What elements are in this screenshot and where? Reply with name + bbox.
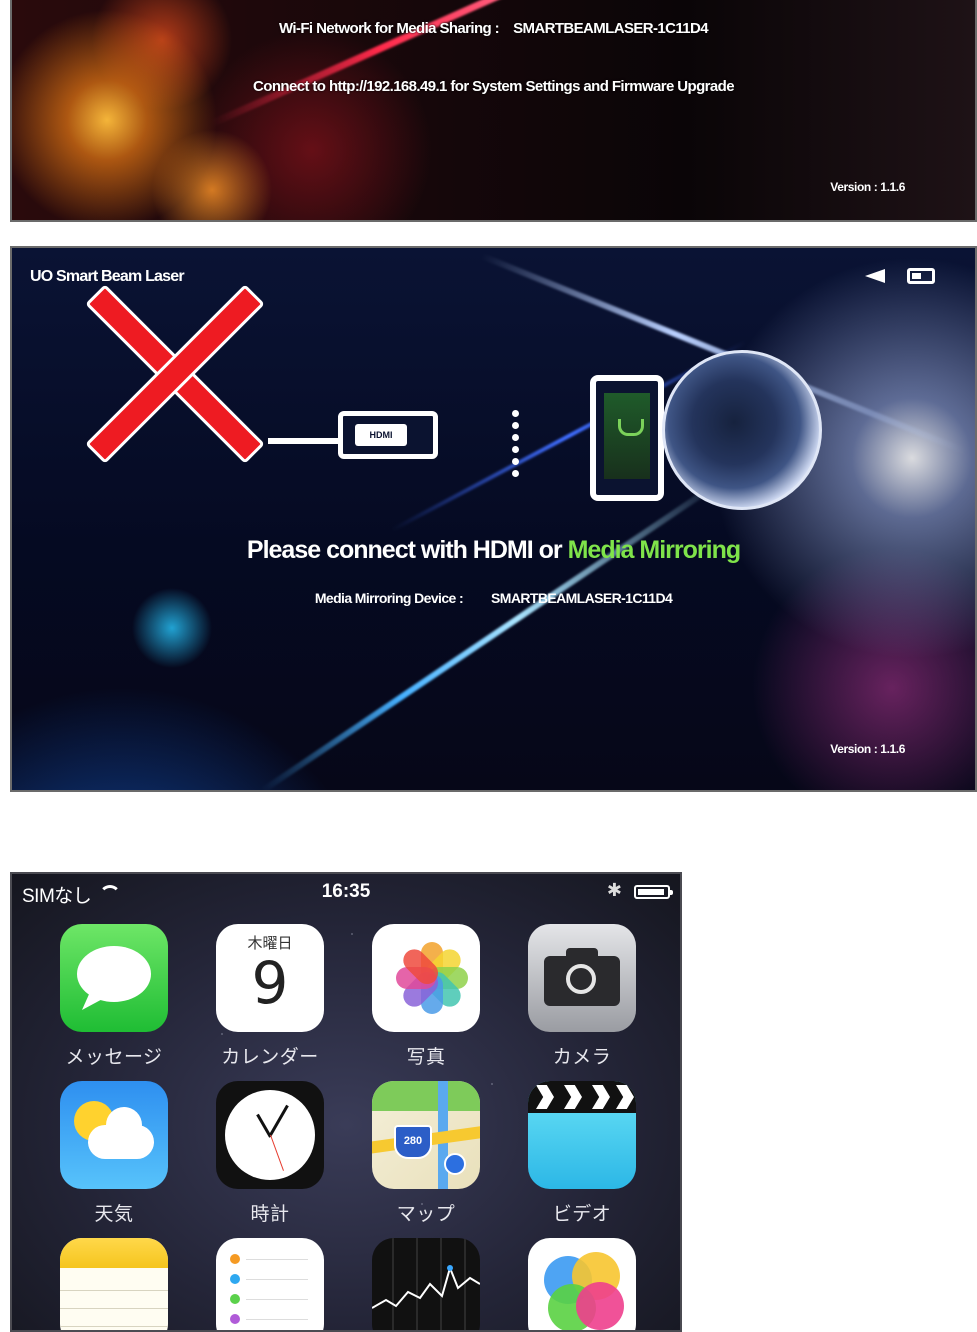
app-maps[interactable]: 280 マップ xyxy=(361,1081,491,1226)
app-label: カメラ xyxy=(552,1047,612,1068)
app-label: カレンダー xyxy=(221,1047,319,1068)
maps-icon: 280 xyxy=(372,1081,480,1189)
mirroring-device-label: Media Mirroring Device : xyxy=(314,590,464,606)
bluetooth-icon: ✱ xyxy=(606,880,622,900)
app-label: メッセージ xyxy=(65,1047,163,1068)
app-reminders[interactable] xyxy=(205,1238,335,1330)
app-stocks[interactable] xyxy=(361,1238,491,1330)
app-camera[interactable]: カメラ xyxy=(517,924,647,1069)
connect-suffix: for System Settings and Firmware Upgrade xyxy=(450,78,734,95)
camera-icon xyxy=(528,924,636,1032)
status-icons xyxy=(865,268,935,284)
battery-icon xyxy=(634,885,673,899)
status-bar: SIMなし 16:35 ✱ xyxy=(12,874,680,908)
app-messages[interactable]: メッセージ xyxy=(49,924,179,1069)
game-center-icon xyxy=(528,1238,636,1330)
mirroring-device-line: Media Mirroring Device : SMARTBEAMLASER-1… xyxy=(12,590,975,606)
clock-icon xyxy=(216,1081,324,1189)
calendar-icon: 木曜日 9 xyxy=(216,924,324,1032)
maps-shield: 280 xyxy=(394,1125,432,1159)
hdmi-plug-icon: HDMI xyxy=(338,411,438,459)
version-label: Version : 1.1.6 xyxy=(830,180,905,194)
app-label: 天気 xyxy=(94,1204,134,1225)
separator-dots xyxy=(512,410,519,477)
app-game-center[interactable] xyxy=(517,1238,647,1330)
app-label: マップ xyxy=(396,1204,456,1225)
photos-icon xyxy=(372,924,480,1032)
projector-network-screen: Wi-Fi Network for Media Sharing : SMARTBE… xyxy=(10,0,977,222)
calendar-day: 9 xyxy=(251,949,289,1017)
projector-mirroring-screen: UO Smart Beam Laser HDMI Please connect … xyxy=(10,246,977,792)
videos-icon xyxy=(528,1081,636,1189)
instruction-text: Please connect with HDMI or xyxy=(246,536,563,564)
wifi-network-label: Wi-Fi Network for Media Sharing : xyxy=(278,20,500,37)
app-videos[interactable]: ビデオ xyxy=(517,1081,647,1226)
version-label: Version : 1.1.6 xyxy=(830,742,905,756)
phone-icon xyxy=(590,375,664,501)
weather-icon xyxy=(60,1081,168,1189)
wifi-network-line: Wi-Fi Network for Media Sharing : SMARTBE… xyxy=(12,20,975,37)
volume-icon xyxy=(865,269,885,283)
cross-mark-icon xyxy=(72,282,272,462)
instruction-accent: Media Mirroring xyxy=(567,536,742,564)
app-notes[interactable] xyxy=(49,1238,179,1330)
stocks-icon xyxy=(372,1238,480,1330)
app-photos[interactable]: 写真 xyxy=(361,924,491,1069)
stock-chart-icon xyxy=(372,1264,480,1309)
reminders-icon xyxy=(216,1238,324,1330)
app-label: ビデオ xyxy=(552,1204,612,1225)
battery-icon xyxy=(907,268,935,284)
connect-instruction: Please connect with HDMI or Media Mirror… xyxy=(12,536,975,565)
app-label: 時計 xyxy=(250,1204,290,1225)
hdmi-plug-label: HDMI xyxy=(355,424,407,446)
app-calendar[interactable]: 木曜日 9 カレンダー xyxy=(205,924,335,1069)
app-label: 写真 xyxy=(406,1047,446,1068)
wifi-network-ssid: SMARTBEAMLASER-1C11D4 xyxy=(513,20,709,37)
messages-icon xyxy=(60,924,168,1032)
projector-lens-graphic xyxy=(662,350,822,510)
iphone-home-screen: SIMなし 16:35 ✱ メッセージ 木曜日 9 カレンダー 写真 カメラ 天… xyxy=(10,872,682,1332)
laser-beam-graphic xyxy=(210,0,689,127)
cast-icon xyxy=(618,419,644,436)
status-time: 16:35 xyxy=(321,881,371,902)
mirroring-device-name: SMARTBEAMLASER-1C11D4 xyxy=(491,590,673,606)
hdmi-cable-icon xyxy=(268,438,348,444)
connect-prefix: Connect to xyxy=(253,78,326,95)
connect-line: Connect to http://192.168.49.1 for Syste… xyxy=(12,78,975,95)
connect-url[interactable]: http://192.168.49.1 xyxy=(329,78,447,95)
app-weather[interactable]: 天気 xyxy=(49,1081,179,1226)
notes-icon xyxy=(60,1238,168,1330)
light-streak xyxy=(260,475,728,790)
app-clock[interactable]: 時計 xyxy=(205,1081,335,1226)
